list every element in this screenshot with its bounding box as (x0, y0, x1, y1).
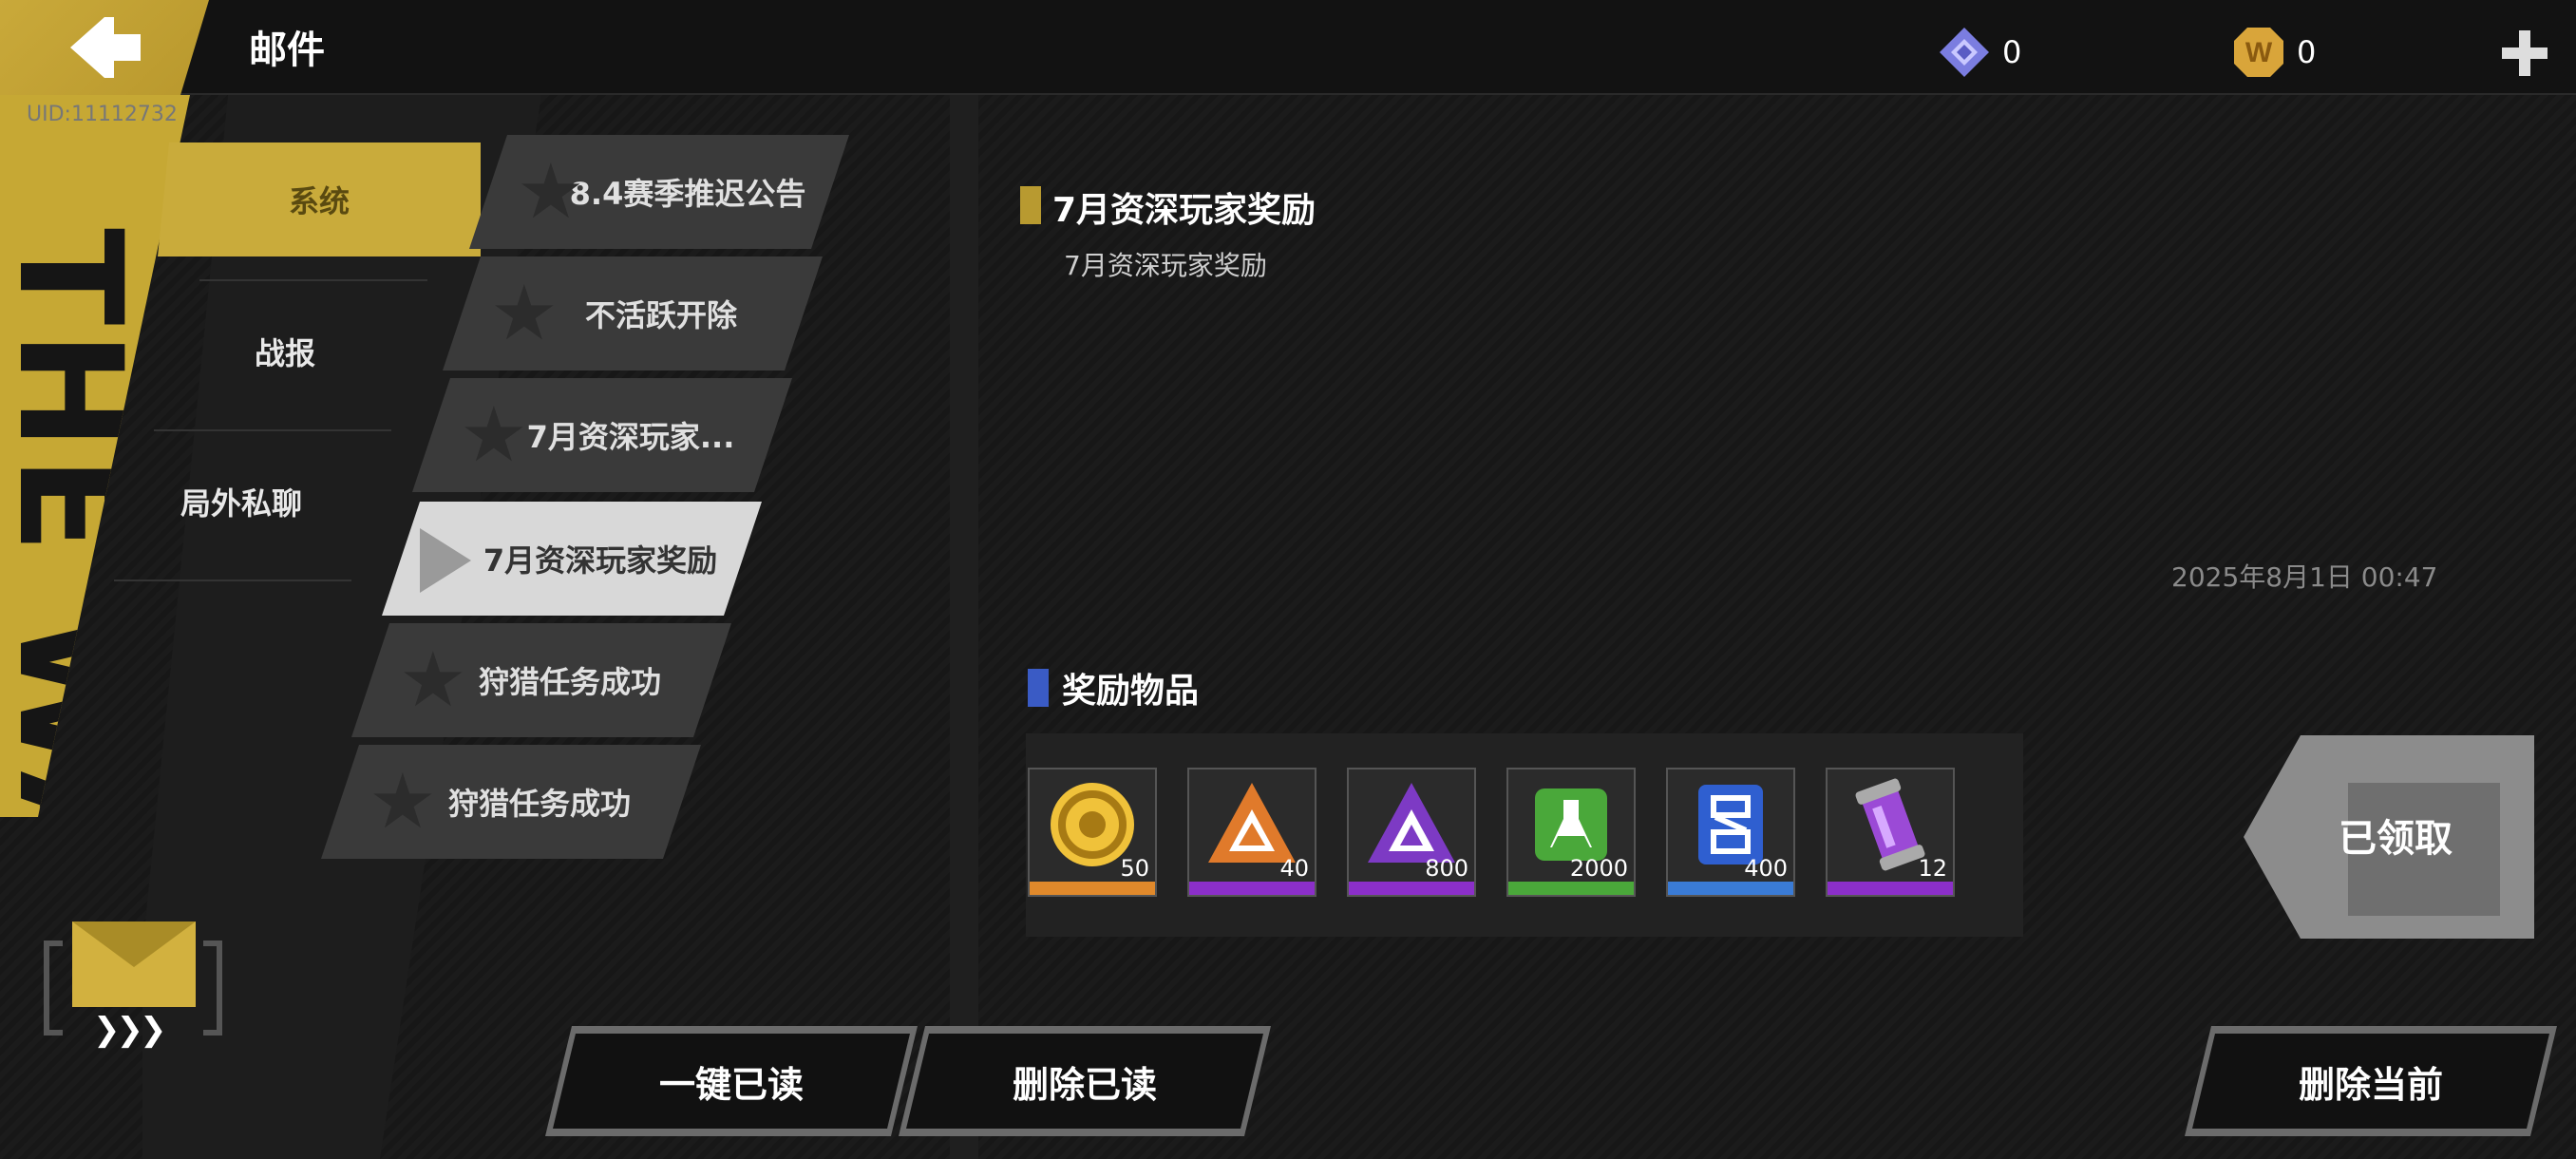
mail-list-item[interactable]: ★ 狩猎任务成功 (351, 623, 731, 737)
mail-list-label: 8.4赛季推迟公告 (569, 176, 806, 212)
back-button[interactable] (0, 0, 209, 95)
reward-count: 800 (1425, 855, 1468, 882)
uid-label: UID:11112732 (27, 103, 178, 126)
mail-list-label: 7月资深玩家奖励 (483, 542, 718, 579)
category-label: 系统 (288, 183, 350, 219)
category-tab-battle-report[interactable]: 战报 (123, 294, 446, 408)
mail-title: 7月资深玩家奖励 (1052, 191, 1316, 230)
coin-icon: W (2234, 28, 2283, 77)
category-tab-private-chat[interactable]: 局外私聊 (80, 445, 403, 559)
mail-indicator: ❯❯❯ (38, 912, 228, 1049)
back-arrow-icon (70, 17, 141, 78)
gem-currency: 0 (1938, 27, 2021, 78)
divider (199, 279, 427, 281)
reward-title: 奖励物品 (1062, 672, 1200, 711)
coin-value: 0 (2297, 34, 2317, 70)
divider (154, 429, 391, 431)
claimed-label: 已领取 (2339, 817, 2453, 861)
reward-count: 12 (1918, 855, 1947, 882)
rarity-strip (1668, 882, 1793, 895)
top-bar: 邮件 0 W 0 (0, 0, 2576, 95)
bracket-right (203, 940, 222, 1036)
delete-current-button[interactable]: 删除当前 (2185, 1026, 2557, 1136)
rarity-strip (1828, 882, 1953, 895)
divider (114, 580, 351, 581)
reward-item[interactable]: 50 (1028, 768, 1157, 897)
reward-item[interactable]: 40 (1187, 768, 1316, 897)
mail-list-label: 狩猎任务成功 (478, 664, 661, 700)
mail-list-item[interactable]: ★ 不活跃开除 (443, 256, 823, 370)
button-label: 删除当前 (2298, 1063, 2443, 1106)
reward-title-accent (1028, 669, 1049, 707)
reward-item[interactable]: 2000 (1506, 768, 1636, 897)
add-currency-button[interactable] (2498, 27, 2551, 80)
reward-count: 40 (1279, 855, 1309, 882)
mail-list-item[interactable]: ★ 狩猎任务成功 (321, 745, 701, 859)
button-label: 删除已读 (1012, 1063, 1157, 1106)
reward-item[interactable]: 800 (1347, 768, 1476, 897)
mail-date: 2025年8月1日 00:47 (2171, 561, 2438, 593)
reward-items-panel: 50 40 800 2000 400 12 (1026, 733, 2023, 937)
category-label: 局外私聊 (180, 485, 302, 522)
reward-count: 2000 (1569, 855, 1628, 882)
claimed-status: 已领取 (2244, 735, 2534, 939)
envelope-icon (72, 922, 196, 1007)
mail-list-item[interactable]: ★ 8.4赛季推迟公告 (469, 135, 849, 249)
coin-letter: W (2245, 37, 2273, 68)
button-label: 一键已读 (658, 1063, 804, 1106)
chevrons-icon: ❯❯❯ (93, 1011, 166, 1049)
mail-body: 7月资深玩家奖励 (1064, 250, 1267, 281)
rarity-strip (1030, 882, 1155, 895)
rarity-strip (1349, 882, 1474, 895)
star-icon: ★ (490, 269, 559, 357)
mark-all-read-button[interactable]: 一键已读 (545, 1026, 918, 1136)
selected-arrow-icon (420, 528, 471, 593)
delete-read-button[interactable]: 删除已读 (899, 1026, 1271, 1136)
page-title: 邮件 (249, 28, 325, 72)
reward-count: 50 (1120, 855, 1149, 882)
category-label: 战报 (254, 335, 315, 371)
mail-list-label: 不活跃开除 (584, 297, 737, 333)
gem-icon (1940, 28, 1989, 77)
rarity-strip (1508, 882, 1634, 895)
mail-list-label: 狩猎任务成功 (447, 786, 631, 822)
title-accent (1020, 186, 1041, 224)
star-icon: ★ (369, 757, 437, 846)
mail-list-item[interactable]: ★ 7月资深玩家... (412, 378, 792, 492)
star-icon: ★ (399, 636, 467, 724)
bracket-left (44, 940, 63, 1036)
category-tab-system[interactable]: 系统 (158, 142, 481, 256)
rarity-strip (1189, 882, 1315, 895)
reward-count: 400 (1744, 855, 1788, 882)
reward-item[interactable]: 12 (1826, 768, 1955, 897)
gem-value: 0 (2002, 34, 2022, 70)
vertical-separator (950, 95, 978, 1159)
mail-list-label: 7月资深玩家... (526, 419, 735, 455)
star-icon: ★ (460, 390, 528, 479)
mail-list-item-selected[interactable]: 7月资深玩家奖励 (382, 502, 762, 616)
coin-currency: W 0 (2232, 27, 2316, 78)
star-icon: ★ (517, 147, 585, 236)
reward-item[interactable]: 400 (1666, 768, 1795, 897)
